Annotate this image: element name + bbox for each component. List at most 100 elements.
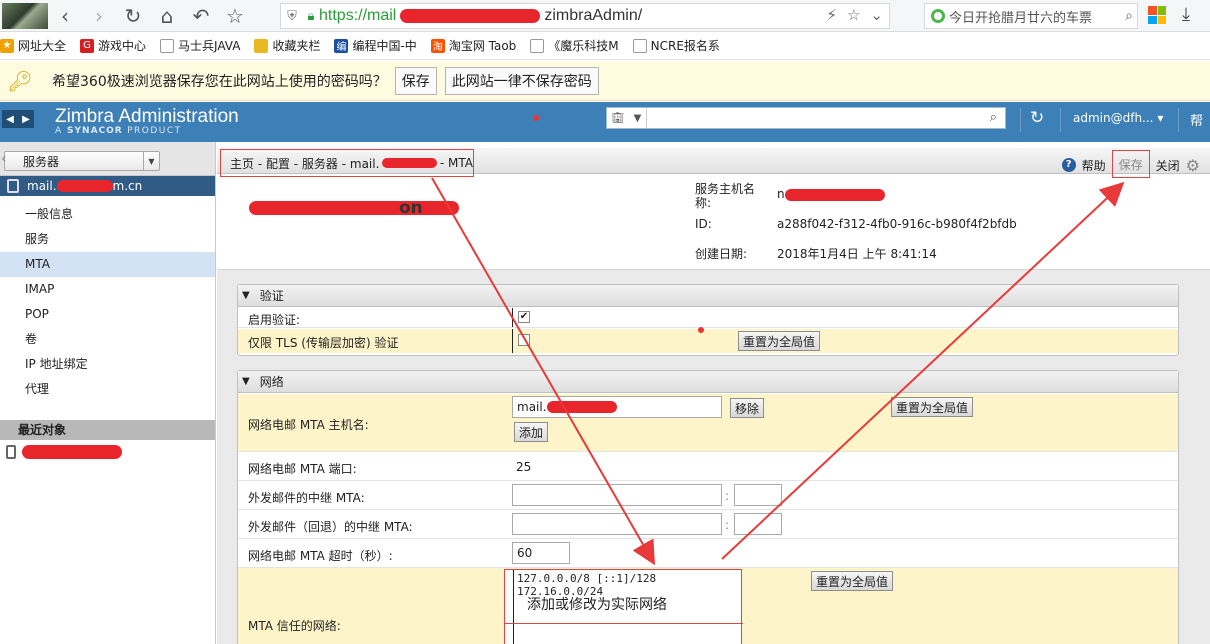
password-save-bar: 🔑︎ 希望360极速浏览器保存您在此网站上使用的密码吗？ 保存 此网站一律不保存… [0,61,1210,101]
mta-timeout-input[interactable]: 60 [512,542,570,564]
save-password-button[interactable]: 保存 [394,66,437,95]
nav-toggle[interactable]: ◀ ▶ [2,110,34,128]
undo-icon[interactable]: ↶ [184,1,218,31]
auth-section-header[interactable]: ▼ 验证 [238,285,1178,307]
app-title: Zimbra Administration [55,106,239,127]
admin-search-input[interactable]: 🏢︎ ▼ ⌕ [606,107,1006,129]
bookmark-item[interactable]: ★ 网址大全 [0,37,66,54]
id-value: a288f042-f312-4fb0-916c-b980f4f2bfdb [777,217,1017,231]
server-selector[interactable]: ‹ 服务器 ▼ [1,151,160,171]
search-icon[interactable]: ⌕ [990,110,997,125]
trusted-networks-row: MTA 信任的网络: 127.0.0.0/8 [::1]/128 172.16.… [238,568,1178,644]
redaction-mark [784,188,885,201]
reload-icon[interactable]: ↻ [116,1,150,31]
app-subtitle: A SYNACOR PRODUCT [55,126,182,136]
fallback-relay-port-input[interactable] [734,513,782,535]
enable-auth-checkbox[interactable]: ✔ [518,311,530,323]
bookmark-item[interactable]: G 游戏中心 [80,37,146,54]
auth-reset-button[interactable]: 重置为全局值 [738,331,821,351]
back-icon[interactable]: ‹ [48,1,82,31]
relay-mta-port-input[interactable] [734,484,782,506]
save-button[interactable]: 保存 [1111,150,1150,178]
annotation-dot [533,115,539,121]
created-label: 创建日期: [695,247,748,261]
server-heading: on [249,198,459,218]
remove-hostname-button[interactable]: 移除 [730,398,765,418]
download-icon[interactable]: ⤓ [1182,4,1190,25]
lock-icon: 🔒︎ [307,8,315,23]
server-icon [7,179,19,193]
trusted-networks-textarea[interactable]: 127.0.0.0/8 [::1]/128 172.16.0.0/24 添加或修… [504,569,743,644]
tab-thumbnail[interactable] [2,2,48,29]
arrow-left-icon[interactable]: ◀ [2,110,18,128]
breadcrumb-bar: 主页 - 配置 - 服务器 - mail. - MTA ? 帮助 保存 关闭 ⚙… [217,148,1210,178]
building-icon: 🏢︎ [611,112,625,124]
tls-only-checkbox[interactable] [518,334,530,346]
help-menu[interactable]: 帮 [1190,110,1203,129]
chevron-down-icon: ▼ [633,112,642,124]
never-save-button[interactable]: 此网站一律不保存密码 [444,66,599,95]
key-icon: 🔑︎ [7,68,33,93]
annotation-note: 添加或修改为实际网络 [527,597,667,613]
arrow-right-icon[interactable]: ▶ [18,110,34,128]
shield-icon: ⛨ [287,8,297,23]
refresh-icon[interactable]: ↻ [1030,108,1044,128]
back-arrow-icon[interactable]: ‹ [1,151,11,171]
redaction-mark [56,180,113,192]
left-header: ‹ 服务器 ▼ [0,142,215,176]
hostname-value: n [777,187,885,201]
gear-icon[interactable]: ⚙︎ [1186,156,1200,175]
current-server[interactable]: mail. m.cn [0,176,215,196]
mta-port-value: 25 [516,460,532,474]
bookmark-star-icon[interactable]: ☆ [847,6,860,24]
left-menu-item[interactable]: MTA [0,252,215,277]
fallback-relay-host-input[interactable] [512,513,722,535]
bookmark-item[interactable]: 编编程中国-中 [334,37,417,54]
search-suggestion: 今日开抢腊月廿六的车票 [949,10,1093,26]
bookmark-item[interactable]: 马士兵JAVA [160,37,240,54]
network-section-header[interactable]: ▼ 网络 [238,371,1178,393]
trusted-reset-button[interactable]: 重置为全局值 [811,571,894,591]
network-section: ▼ 网络 网络电邮 MTA 主机名: mail. 移除 添加 重置为全局值 网络电… [237,370,1179,644]
collapse-triangle-icon[interactable]: ▼ [242,290,250,301]
home-icon[interactable]: ⌂ [150,1,184,31]
search-type-dropdown[interactable]: 🏢︎ ▼ [607,108,647,128]
left-menu-item[interactable]: POP [0,302,215,327]
bookmark-item[interactable]: 《魔乐科技M [530,37,619,54]
close-button[interactable]: 关闭 [1156,157,1180,174]
left-menu-item[interactable]: 一般信息 [0,202,215,227]
lightning-icon[interactable]: ⚡︎ [826,6,837,24]
enable-auth-row: 启用验证: ✔ [238,308,1178,328]
redaction-mark [546,401,617,413]
redaction-mark [400,8,541,23]
folder-icon [254,38,269,53]
recent-item[interactable] [0,440,215,464]
left-menu-item[interactable]: 代理 [0,377,215,402]
redaction-mark [22,445,122,459]
mta-hostname-input[interactable]: mail. [512,396,722,418]
bookmark-item[interactable]: 淘淘宝网 Taob [430,37,516,54]
browser-search-box[interactable]: 今日开抢腊月廿六的车票 ⌕ [924,3,1138,29]
help-button[interactable]: 帮助 [1082,157,1106,174]
left-menu-item[interactable]: 服务 [0,227,215,252]
search-icon[interactable]: ⌕ [1125,8,1133,24]
address-url: https://mail zimbraAdmin/ [319,7,643,24]
apps-icon[interactable] [1148,6,1166,24]
left-menu: 一般信息 服务 MTA IMAP POP 卷 IP 地址绑定 代理 [0,196,215,402]
favorite-star-icon[interactable]: ☆ [218,1,252,31]
left-menu-item[interactable]: IP 地址绑定 [0,352,215,377]
collapse-triangle-icon[interactable]: ▼ [242,376,250,387]
user-menu[interactable]: admin@dfh... ▾ [1073,111,1163,125]
forward-icon[interactable]: › [82,1,116,31]
left-menu-item[interactable]: IMAP [0,277,215,302]
left-menu-item[interactable]: 卷 [0,327,215,352]
help-icon[interactable]: ? [1061,158,1076,172]
address-bar[interactable]: ⛨ 🔒︎ https://mail zimbraAdmin/ ⚡︎ ☆ ⌄ [280,3,890,29]
hostname-reset-button[interactable]: 重置为全局值 [891,397,974,417]
relay-mta-host-input[interactable] [512,484,722,506]
chevron-down-icon[interactable]: ⌄ [870,6,883,24]
bookmark-item[interactable]: 收藏夹栏 [254,37,320,54]
add-hostname-button[interactable]: 添加 [514,422,549,442]
chevron-down-icon[interactable]: ▼ [143,152,159,170]
bookmark-item[interactable]: NCRE报名系 [632,37,720,54]
